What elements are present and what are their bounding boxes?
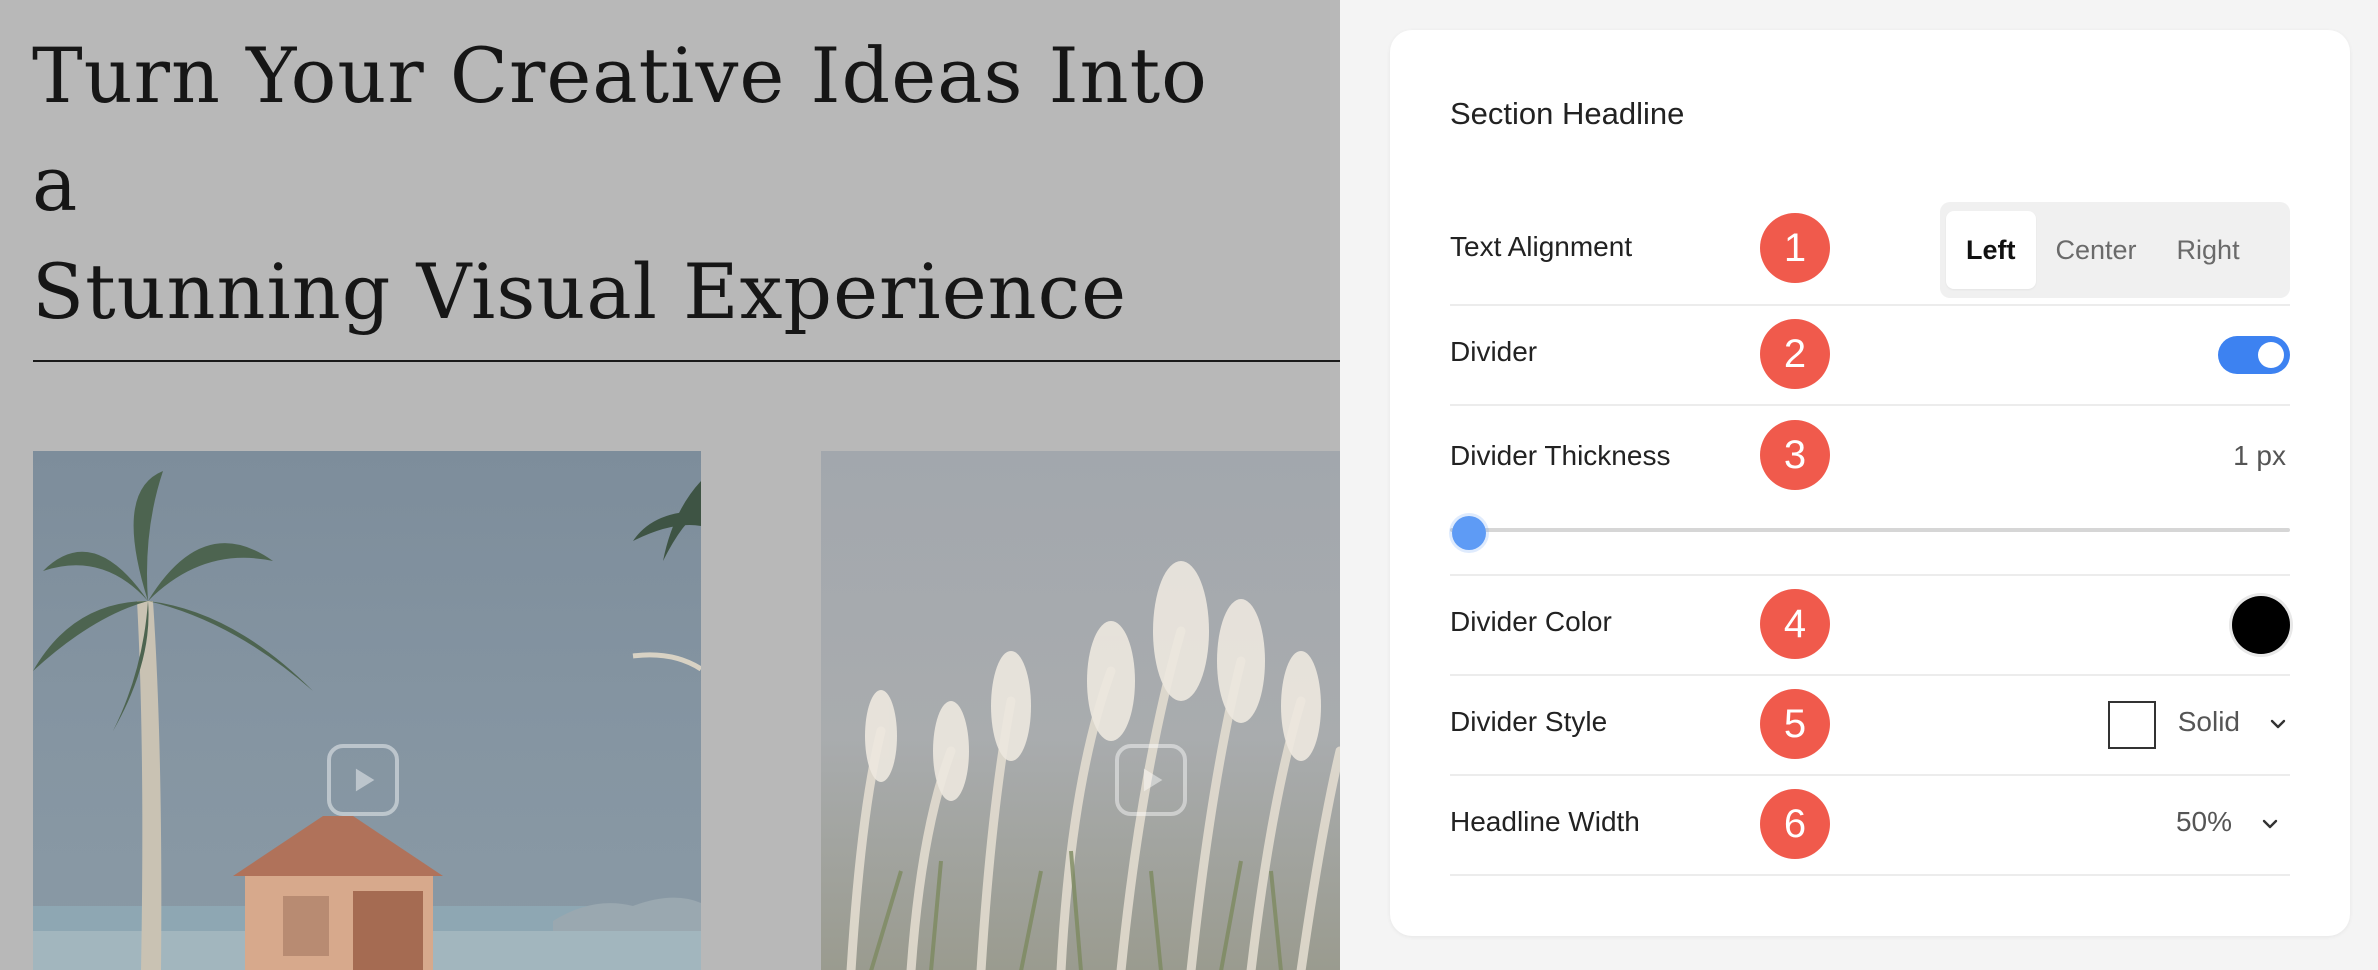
- divider-toggle[interactable]: [2218, 336, 2290, 374]
- thickness-slider-thumb[interactable]: [1452, 516, 1486, 550]
- alignment-segmented-control: Left Center Right: [1940, 202, 2290, 298]
- divider-color-label: Divider Color: [1450, 606, 1612, 637]
- play-icon: [355, 768, 375, 792]
- step-badge-1: 1: [1760, 213, 1830, 283]
- video-card-palm[interactable]: [33, 451, 701, 970]
- step-badge-2: 2: [1760, 319, 1830, 389]
- divider-style-label: Divider Style: [1450, 706, 1608, 737]
- preview-headline[interactable]: Turn Your Creative Ideas Into a Stunning…: [32, 22, 1232, 346]
- step-badge-4: 4: [1760, 589, 1830, 659]
- divider-color-swatch[interactable]: [2232, 596, 2290, 654]
- chevron-down-icon[interactable]: [2266, 712, 2290, 736]
- divider-style-preview: [2108, 701, 2156, 749]
- chevron-down-icon[interactable]: [2258, 812, 2282, 836]
- row-text-alignment: Text Alignment 1 Left Center Right: [1450, 190, 2290, 306]
- play-icon: [1143, 768, 1163, 792]
- preview-canvas: Turn Your Creative Ideas Into a Stunning…: [0, 0, 1340, 970]
- row-headline-width: Headline Width 6 50%: [1450, 774, 2290, 876]
- pampas-grass-image: [846, 561, 1340, 970]
- play-button-1[interactable]: [327, 744, 399, 816]
- headline-divider: [33, 360, 1340, 362]
- align-left-button[interactable]: Left: [1946, 211, 2036, 289]
- headline-width-label: Headline Width: [1450, 806, 1640, 837]
- step-badge-3: 3: [1760, 420, 1830, 490]
- panel-title: Section Headline: [1450, 96, 1685, 131]
- video-card-grass[interactable]: [821, 451, 1340, 970]
- divider-label: Divider: [1450, 336, 1538, 367]
- text-alignment-label: Text Alignment: [1450, 231, 1633, 262]
- step-badge-6: 6: [1760, 789, 1830, 859]
- toggle-knob: [2258, 342, 2284, 368]
- thickness-value: 1 px: [2233, 440, 2286, 471]
- divider-style-value[interactable]: Solid: [2178, 706, 2240, 738]
- step-badge-5: 5: [1760, 689, 1830, 759]
- headline-width-value[interactable]: 50%: [2176, 806, 2232, 838]
- divider-thickness-label: Divider Thickness: [1450, 440, 1671, 471]
- align-right-button[interactable]: Right: [2157, 211, 2260, 289]
- headline-line-1: Turn Your Creative Ideas Into a: [32, 31, 1208, 228]
- row-divider-color: Divider Color 4: [1450, 574, 2290, 676]
- play-button-2[interactable]: [1115, 744, 1187, 816]
- row-divider-style: Divider Style 5 Solid: [1450, 674, 2290, 776]
- row-divider: Divider 2: [1450, 304, 2290, 406]
- thickness-slider-track[interactable]: [1450, 528, 2290, 532]
- row-divider-thickness: Divider Thickness 3 1 px: [1450, 404, 2290, 576]
- headline-line-2: Stunning Visual Experience: [32, 247, 1128, 336]
- align-center-button[interactable]: Center: [2036, 211, 2157, 289]
- section-headline-settings-panel: Section Headline Text Alignment 1 Left C…: [1390, 30, 2350, 936]
- palm-beach-image: [33, 471, 701, 970]
